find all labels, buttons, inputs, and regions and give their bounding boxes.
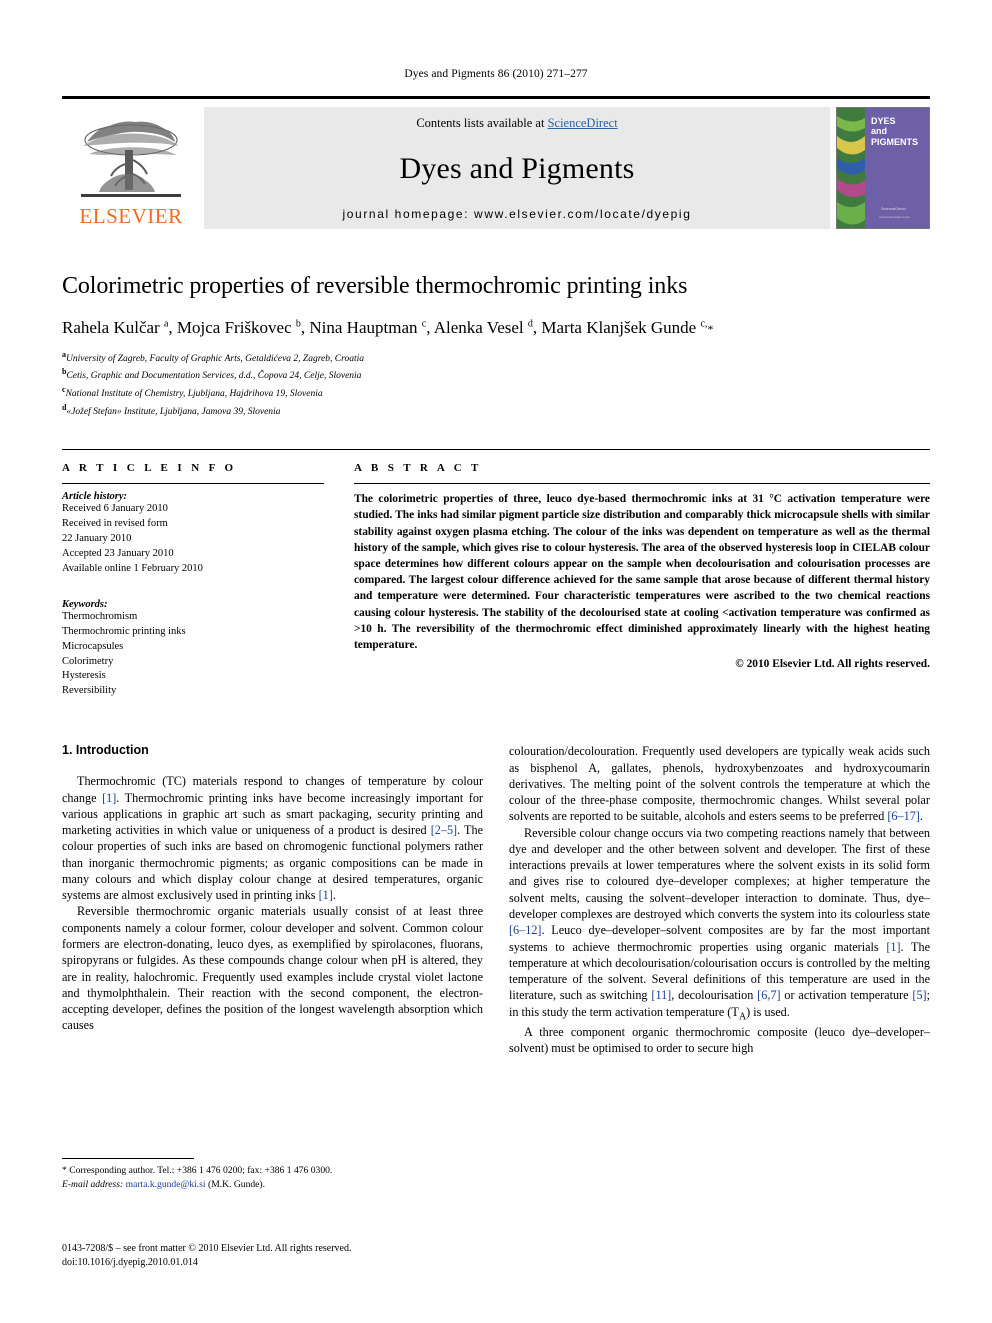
cover-art-icon: DYES and PIGMENTS ScienceDirect www.scie… xyxy=(837,108,927,228)
email-note: E-mail address: marta.k.gunde@ki.si (M.K… xyxy=(62,1178,496,1192)
article-history-label: Article history: xyxy=(62,491,128,503)
title-block: Colorimetric properties of reversible th… xyxy=(62,273,930,419)
affiliation-a: aUniversity of Zagreb, Faculty of Graphi… xyxy=(62,349,930,367)
colophon: 0143-7208/$ – see front matter © 2010 El… xyxy=(62,1242,542,1270)
affiliation-text-c: National Institute of Chemistry, Ljublja… xyxy=(65,389,323,400)
svg-text:DYES: DYES xyxy=(871,116,896,126)
copyright-line: © 2010 Elsevier Ltd. All rights reserved… xyxy=(735,658,930,671)
page-title: Colorimetric properties of reversible th… xyxy=(62,273,688,299)
contents-available-line: Contents lists available at ScienceDirec… xyxy=(416,116,617,131)
abstract-heading: A B S T R A C T xyxy=(354,462,482,475)
article-info-column: A R T I C L E I N F O Article history: R… xyxy=(62,462,342,699)
history-item: Accepted 23 January 2010 xyxy=(62,547,174,559)
email-suffix: (M.K. Gunde). xyxy=(208,1178,266,1190)
running-head: Dyes and Pigments 86 (2010) 271–277 xyxy=(404,68,588,80)
svg-text:and: and xyxy=(871,126,887,136)
paragraph: Reversible colour change occurs via two … xyxy=(509,825,931,1023)
affiliation-b: bCetis, Graphic and Documentation Servic… xyxy=(62,366,930,384)
history-item: 22 January 2010 xyxy=(62,533,132,545)
email-label: E-mail address: xyxy=(62,1178,124,1190)
paper-page: Dyes and Pigments 86 (2010) 271–277 ELSE… xyxy=(0,0,992,1323)
journal-title: Dyes and Pigments xyxy=(399,152,635,185)
history-item: Received in revised form xyxy=(62,518,168,530)
svg-text:ScienceDirect: ScienceDirect xyxy=(881,206,907,211)
keyword-item: Colorimetry xyxy=(62,655,114,667)
affiliation-text-b: Cetis, Graphic and Documentation Service… xyxy=(66,371,362,382)
elsevier-wordmark: ELSEVIER xyxy=(79,204,183,228)
journal-homepage-line[interactable]: journal homepage: www.elsevier.com/locat… xyxy=(343,207,692,221)
journal-masthead: ELSEVIER Contents lists available at Sci… xyxy=(62,96,930,229)
affiliation-d: d«Jožef Stefan» Institute, Ljubljana, Ja… xyxy=(62,402,930,420)
abstract-column: A B S T R A C T The colorimetric propert… xyxy=(342,462,930,699)
info-abstract-section: A R T I C L E I N F O Article history: R… xyxy=(62,449,930,699)
issn-line: 0143-7208/$ – see front matter © 2010 El… xyxy=(62,1243,352,1254)
affiliation-text-d: «Jožef Stefan» Institute, Ljubljana, Jam… xyxy=(66,406,281,417)
section-heading-introduction: 1. Introduction xyxy=(62,743,149,758)
paragraph: Thermochromic (TC) materials respond to … xyxy=(62,774,483,903)
history-item: Received 6 January 2010 xyxy=(62,503,168,515)
keyword-item: Thermochromic printing inks xyxy=(62,625,186,637)
svg-text:PIGMENTS: PIGMENTS xyxy=(871,137,918,147)
sciencedirect-link[interactable]: ScienceDirect xyxy=(548,116,618,130)
keyword-item: Hysteresis xyxy=(62,670,106,682)
abstract-rule xyxy=(354,483,930,485)
body-column-left: 1. Introduction Thermochromic (TC) mater… xyxy=(62,743,483,1056)
journal-cover-thumbnail: DYES and PIGMENTS ScienceDirect www.scie… xyxy=(836,107,930,229)
contents-prefix: Contents lists available at xyxy=(416,116,548,130)
footnote-rule xyxy=(62,1158,194,1159)
elsevier-logo: ELSEVIER xyxy=(62,107,200,229)
affiliation-list: aUniversity of Zagreb, Faculty of Graphi… xyxy=(62,349,930,420)
body-columns: 1. Introduction Thermochromic (TC) mater… xyxy=(62,743,930,1056)
article-info-rule xyxy=(62,483,324,485)
author-list: Rahela Kulčar a, Mojca Friškovec b, Nina… xyxy=(62,317,714,337)
keywords-block: Keywords: Thermochromism Thermochromic p… xyxy=(62,599,324,699)
elsevier-tree-icon xyxy=(81,121,181,197)
affiliation-c: cNational Institute of Chemistry, Ljublj… xyxy=(62,384,930,402)
keyword-item: Reversibility xyxy=(62,685,117,697)
affiliation-text-a: University of Zagreb, Faculty of Graphic… xyxy=(66,353,364,364)
footnote-block: * Corresponding author. Tel.: +386 1 476… xyxy=(62,1158,496,1192)
body-column-right: colouration/decolouration. Frequently us… xyxy=(509,743,930,1056)
journal-band: Contents lists available at ScienceDirec… xyxy=(204,107,830,229)
corresponding-author-note: * Corresponding author. Tel.: +386 1 476… xyxy=(62,1165,333,1176)
paragraph: Reversible thermochromic organic materia… xyxy=(62,904,483,1033)
history-item: Available online 1 February 2010 xyxy=(62,562,203,574)
article-info-heading: A R T I C L E I N F O xyxy=(62,462,237,475)
keywords-label: Keywords: xyxy=(62,598,108,610)
paragraph: A three component organic thermochromic … xyxy=(509,1024,930,1056)
email-link[interactable]: marta.k.gunde@ki.si xyxy=(126,1179,206,1190)
paragraph: colouration/decolouration. Frequently us… xyxy=(509,744,930,824)
svg-text:www.sciencedirect.com: www.sciencedirect.com xyxy=(879,215,911,219)
doi-line: doi:10.1016/j.dyepig.2010.01.014 xyxy=(62,1257,198,1269)
abstract-text: The colorimetric properties of three, le… xyxy=(354,493,930,651)
keyword-item: Thermochromism xyxy=(62,610,138,622)
keyword-item: Microcapsules xyxy=(62,640,124,652)
